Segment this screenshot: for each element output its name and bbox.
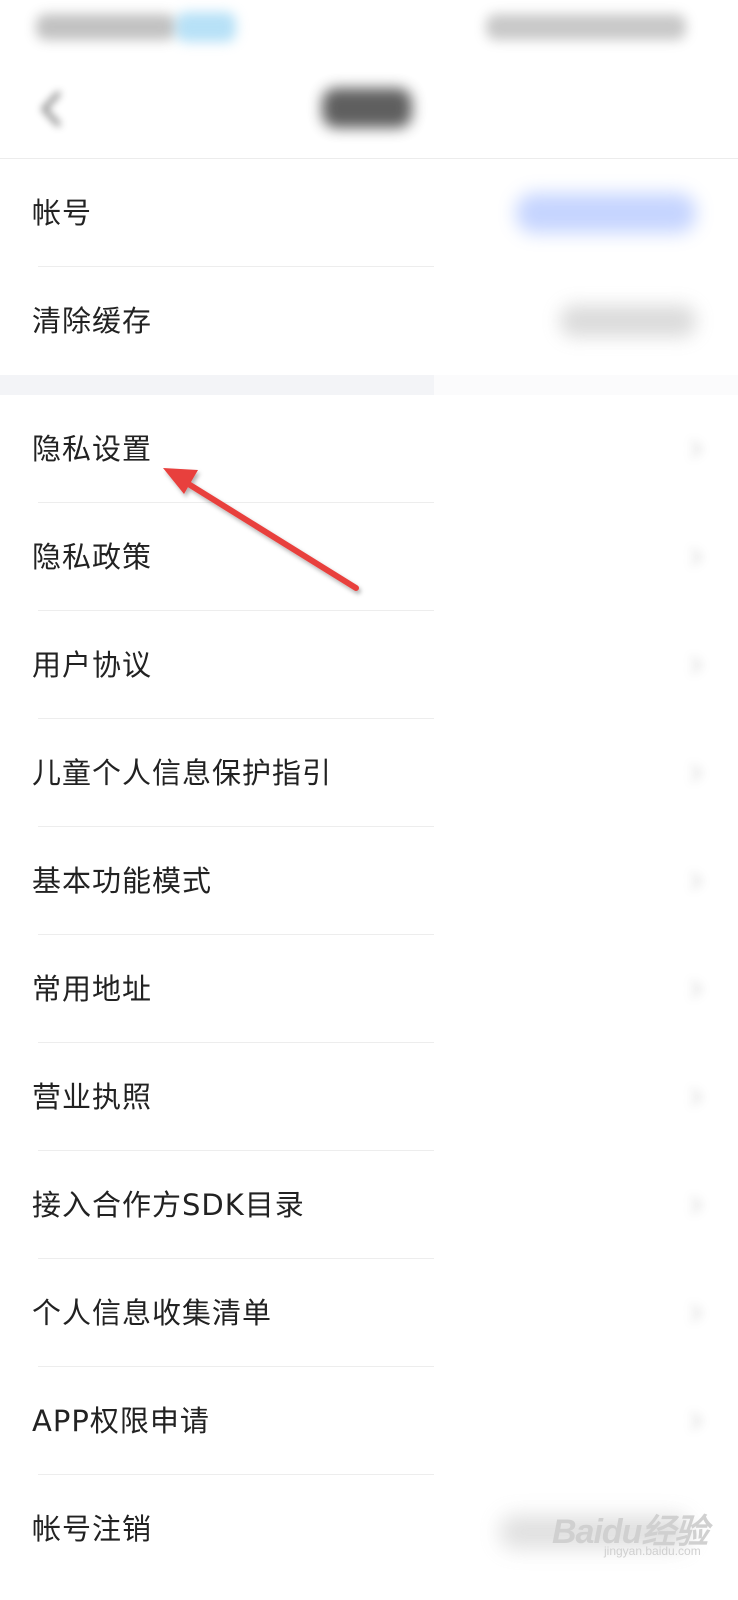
- status-bar: [0, 0, 738, 60]
- account-value: [516, 193, 696, 233]
- settings-item-label: 清除缓存: [32, 304, 153, 338]
- settings-item-label: 基本功能模式: [32, 864, 213, 898]
- settings-item-sdk-list[interactable]: 接入合作方SDK目录: [0, 1151, 738, 1259]
- chevron-right-icon: [690, 763, 703, 783]
- settings-item-basic-mode[interactable]: 基本功能模式: [0, 827, 738, 935]
- settings-item-label: 帐号注销: [32, 1512, 153, 1546]
- settings-item-label: 常用地址: [32, 972, 153, 1006]
- settings-item-privacy-policy[interactable]: 隐私政策: [0, 503, 738, 611]
- chevron-right-icon: [690, 871, 703, 891]
- chevron-right-icon: [690, 1303, 703, 1323]
- status-left-blur: [36, 14, 176, 40]
- settings-item-addresses[interactable]: 常用地址: [0, 935, 738, 1043]
- chevron-right-icon: [690, 547, 703, 567]
- settings-item-info-collection[interactable]: 个人信息收集清单: [0, 1259, 738, 1367]
- settings-item-business-license[interactable]: 营业执照: [0, 1043, 738, 1151]
- chevron-right-icon: [690, 1195, 703, 1215]
- settings-item-children-privacy[interactable]: 儿童个人信息保护指引: [0, 719, 738, 827]
- settings-item-label: APP权限申请: [32, 1404, 210, 1438]
- status-color-blur: [176, 12, 236, 42]
- settings-item-label: 儿童个人信息保护指引: [32, 756, 333, 790]
- chevron-left-icon[interactable]: [28, 84, 78, 134]
- settings-list: 帐号 清除缓存 隐私设置 隐私政策 用户协议 儿童个人信息保护指引 基本功能模式…: [0, 159, 738, 1583]
- settings-item-app-permissions[interactable]: APP权限申请: [0, 1367, 738, 1475]
- status-right-blur: [486, 14, 686, 40]
- chevron-right-icon: [690, 1087, 703, 1107]
- watermark-url: jingyan.baidu.com: [604, 1544, 701, 1558]
- settings-item-label: 个人信息收集清单: [32, 1296, 273, 1330]
- settings-item-clear-cache[interactable]: 清除缓存: [0, 267, 738, 375]
- chevron-right-icon: [690, 979, 703, 999]
- chevron-right-icon: [690, 655, 703, 675]
- settings-item-label: 接入合作方SDK目录: [32, 1188, 305, 1222]
- chevron-right-icon: [690, 439, 703, 459]
- cache-size-value: [560, 305, 696, 337]
- settings-item-account[interactable]: 帐号: [0, 159, 738, 267]
- settings-item-privacy-settings[interactable]: 隐私设置: [0, 395, 738, 503]
- section-gap: [0, 375, 738, 395]
- settings-item-label: 营业执照: [32, 1080, 153, 1114]
- settings-item-label: 帐号: [32, 196, 93, 230]
- settings-item-label: 用户协议: [32, 648, 153, 682]
- chevron-right-icon: [690, 1411, 703, 1431]
- settings-item-label: 隐私设置: [32, 432, 153, 466]
- settings-item-user-agreement[interactable]: 用户协议: [0, 611, 738, 719]
- settings-item-label: 隐私政策: [32, 540, 153, 574]
- page-title: [322, 88, 412, 128]
- nav-bar: [0, 60, 738, 159]
- baidu-watermark: Baidu经验 jingyan.baidu.com: [552, 1504, 722, 1564]
